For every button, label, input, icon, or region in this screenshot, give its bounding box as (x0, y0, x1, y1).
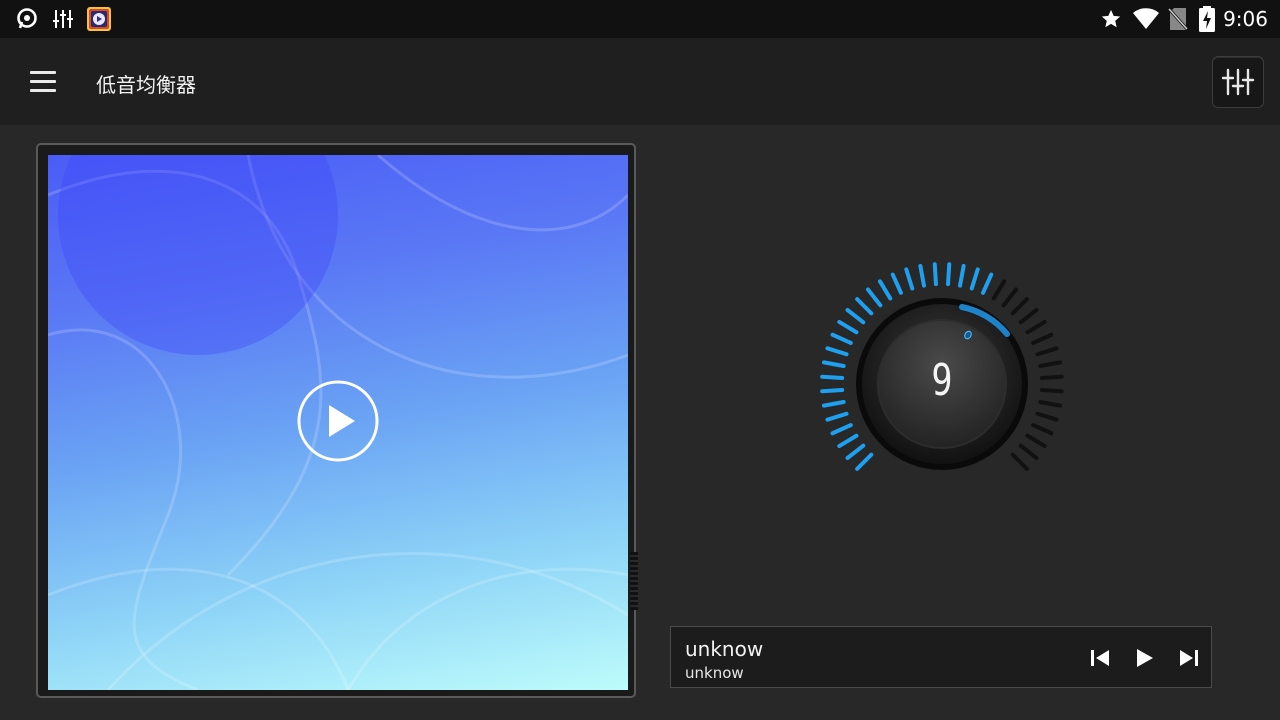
play-button[interactable] (1132, 647, 1156, 669)
clock-time: 9:06 (1223, 7, 1268, 31)
knob-tick (820, 388, 845, 394)
knob-tick (877, 279, 893, 301)
knob-tick (1035, 411, 1059, 422)
knob-tick (1031, 332, 1054, 345)
play-circle-icon (297, 380, 379, 462)
previous-button[interactable] (1089, 647, 1113, 669)
knob-tick (1010, 452, 1029, 471)
knob-tick (855, 297, 874, 316)
previous-icon (1091, 650, 1109, 666)
track-artist: unknow (685, 664, 744, 682)
knob-tick (1039, 374, 1064, 380)
knob-tick (855, 452, 874, 471)
mini-player: unknow unknow (670, 626, 1212, 688)
knob-tick (932, 262, 938, 287)
knob-tick (865, 287, 883, 308)
knob-tick (825, 411, 849, 422)
knob-tick (837, 433, 859, 449)
knob-tick (1010, 297, 1029, 316)
video-player-app-icon (87, 7, 111, 31)
equalizer-sliders-icon (1221, 68, 1255, 96)
knob-tick (1035, 346, 1059, 357)
equalizer-settings-button[interactable] (1212, 56, 1264, 108)
play-circle-button[interactable] (297, 380, 379, 462)
knob-tick (1038, 400, 1063, 408)
knob-tick (958, 263, 966, 288)
knob-tick (1018, 443, 1039, 461)
knob-tick (821, 400, 846, 408)
knob-tick (830, 332, 853, 345)
knob-tick (837, 319, 859, 335)
knob-tick (981, 272, 994, 295)
drag-handle[interactable] (630, 552, 638, 610)
battery-charging-icon (1199, 6, 1215, 32)
knob-tick (825, 346, 849, 357)
next-button[interactable] (1176, 647, 1200, 669)
knob-tick (969, 267, 980, 291)
knob-tick (1031, 423, 1054, 436)
play-icon (1137, 649, 1153, 667)
knob-tick (890, 272, 903, 295)
status-bar: 9:06 (0, 0, 1280, 38)
knob-tick (830, 423, 853, 436)
knob-tick (1025, 319, 1047, 335)
hamburger-menu-icon[interactable] (30, 69, 58, 93)
star-icon (1101, 9, 1121, 28)
knob-tick (946, 262, 952, 287)
track-title: unknow (685, 637, 764, 661)
bass-level-value: 9 (931, 355, 953, 406)
knob-tick (845, 307, 866, 325)
equalizer-notification-icon (53, 10, 73, 28)
page-title: 低音均衡器 (96, 73, 196, 97)
knob-tick (845, 443, 866, 461)
knob-tick (1039, 388, 1064, 394)
next-icon (1180, 650, 1198, 666)
knob-tick (1038, 360, 1063, 368)
knob-tick (1001, 287, 1019, 308)
knob-tick (904, 267, 915, 291)
knob-tick (1018, 307, 1039, 325)
knob-tick (918, 263, 926, 288)
knob-tick (1025, 433, 1047, 449)
app-bar: 低音均衡器 (0, 38, 1280, 125)
wifi-icon (1133, 8, 1159, 29)
knob-tick (991, 279, 1007, 301)
app-pin-icon (17, 8, 37, 29)
knob-tick (820, 374, 845, 380)
no-sim-icon (1168, 7, 1188, 31)
knob-tick (821, 360, 846, 368)
